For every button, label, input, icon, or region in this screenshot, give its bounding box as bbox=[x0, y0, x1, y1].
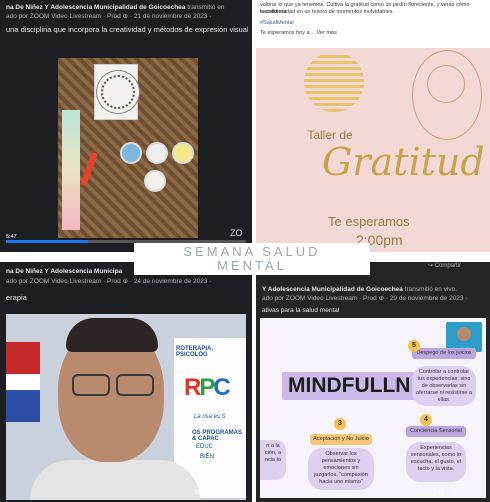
decorative-flower bbox=[412, 50, 482, 140]
semana-salud-mental-banner: SEMANA SALUD MENTAL bbox=[134, 243, 370, 275]
banner-line-2: MENTAL bbox=[217, 258, 287, 273]
elapsed-time: 5:47 bbox=[6, 234, 17, 240]
post-byline: ado por ZOOM Video Livestream · Prod ⊕ ·… bbox=[6, 278, 212, 285]
settings-icon[interactable]: ⚙ bbox=[438, 488, 444, 496]
sign-text: ROTERAPIA, PSICOLOG bbox=[176, 346, 214, 358]
post-byline: ado por ZOOM Video Livestream · Prod ⊕ ·… bbox=[6, 13, 212, 20]
zoom-watermark: ZO bbox=[230, 228, 243, 238]
speaker-glasses bbox=[68, 374, 158, 398]
video-post-laughter-therapy[interactable]: na De Niñez Y Adolescencia Municipa ado … bbox=[0, 262, 252, 502]
sign-programs: OS PROGRAMAS & CAPAC bbox=[192, 430, 243, 442]
post-action: transmitió en vivo. bbox=[404, 286, 458, 293]
globe-icon: ⊕ bbox=[378, 295, 385, 302]
page-name-link[interactable]: na De Niñez Y Adolescencia Municipa bbox=[6, 268, 122, 275]
sign-letters: RPC bbox=[184, 374, 231, 401]
settings-icon[interactable]: ⚙ bbox=[194, 488, 200, 496]
step-number: 5 bbox=[408, 340, 420, 352]
globe-icon: ⊕ bbox=[122, 13, 129, 20]
post-header: Y Adolescencia Municipalidad de Goicoech… bbox=[262, 286, 486, 294]
video-player[interactable]: Angela Vega Despego de los juicios 5 MIN… bbox=[260, 318, 486, 498]
post-description: una disciplina que incorpora la creativi… bbox=[6, 26, 248, 34]
see-more-link[interactable]: Te esperamos hoy a… Ver más bbox=[260, 30, 486, 37]
sign-bien: BIEN bbox=[200, 454, 215, 460]
share-button[interactable]: ↪ Compartir bbox=[428, 262, 461, 269]
sign-tagline: La risa es S bbox=[194, 414, 226, 420]
fullscreen-icon[interactable]: ⛶ bbox=[454, 488, 459, 496]
box-aceptacion: Aceptación y No Juicio bbox=[310, 434, 372, 445]
globe-icon: ⊕ bbox=[122, 278, 129, 285]
box-despegue: Despego de los juicios bbox=[412, 348, 476, 359]
poster-gratitud: Gratitud bbox=[322, 140, 485, 184]
banner-line-1: SEMANA SALUD bbox=[183, 244, 321, 259]
poster-post-gratitude[interactable]: valorar lo que ya tenemos. Cultiva la gr… bbox=[256, 0, 490, 252]
paint-cup bbox=[144, 170, 166, 192]
box-left-partial: n a la ción, a ncia ta bbox=[260, 440, 286, 480]
page-name-link[interactable]: Y Adolescencia Municipalidad de Goicoech… bbox=[262, 286, 403, 293]
video-post-mindfulness[interactable]: ↪ Compartir Y Adolescencia Municipalidad… bbox=[256, 262, 490, 502]
sign-edu: EDUC bbox=[196, 444, 214, 450]
page-name-link[interactable]: na De Niñez Y Adolescencia Municipalidad… bbox=[6, 4, 185, 11]
speaker-shirt bbox=[30, 460, 200, 500]
post-header: na De Niñez Y Adolescencia Municipalidad… bbox=[6, 4, 248, 12]
fullscreen-icon[interactable]: ⛶ bbox=[214, 488, 219, 496]
step-number: 4 bbox=[420, 414, 432, 426]
box-controlar: Controlar a controlar tus experiencias; … bbox=[412, 366, 476, 406]
box-observar: Observar los pensamientos y emociones si… bbox=[308, 448, 374, 490]
post-byline: ado por ZOOM Video Livestream · Prod ⊕ ·… bbox=[262, 295, 468, 302]
box-experiencias: Experiencias sensoriales, como lo escuch… bbox=[406, 442, 466, 482]
paint-cup bbox=[172, 142, 194, 164]
paint-cup bbox=[120, 142, 142, 164]
post-description: erapia bbox=[6, 294, 27, 302]
paint-cup bbox=[146, 142, 168, 164]
video-post-art-therapy[interactable]: na De Niñez Y Adolescencia Municipalidad… bbox=[0, 0, 252, 252]
poster-esperamos: Te esperamos bbox=[328, 214, 410, 229]
speaker-hair bbox=[66, 318, 158, 352]
post-date[interactable]: 21 de noviembre de 2023 · bbox=[134, 13, 212, 20]
post-date[interactable]: 24 de noviembre de 2023 · bbox=[134, 278, 212, 285]
mandala-drawing bbox=[94, 64, 138, 120]
participant-face bbox=[457, 327, 471, 341]
video-progress-fill bbox=[6, 240, 88, 243]
post-date[interactable]: 29 de noviembre de 2023 · bbox=[390, 295, 468, 302]
hashtag-link[interactable]: #SaludMental bbox=[260, 20, 486, 27]
flag bbox=[6, 342, 40, 422]
box-conciencia: Conciencia Sensorial bbox=[406, 426, 466, 437]
video-player[interactable] bbox=[58, 58, 198, 238]
video-player[interactable]: ROTERAPIA, PSICOLOG RPC La risa es S OS … bbox=[6, 314, 246, 500]
step-number: 3 bbox=[334, 418, 346, 430]
caption-line: la cotidianidad en un tesoro de momentos… bbox=[260, 9, 394, 15]
decorative-sun bbox=[304, 52, 364, 112]
post-description: ativas para la salud mental bbox=[262, 307, 340, 314]
painted-strip bbox=[62, 110, 80, 230]
post-action: transmitió en bbox=[187, 4, 225, 11]
